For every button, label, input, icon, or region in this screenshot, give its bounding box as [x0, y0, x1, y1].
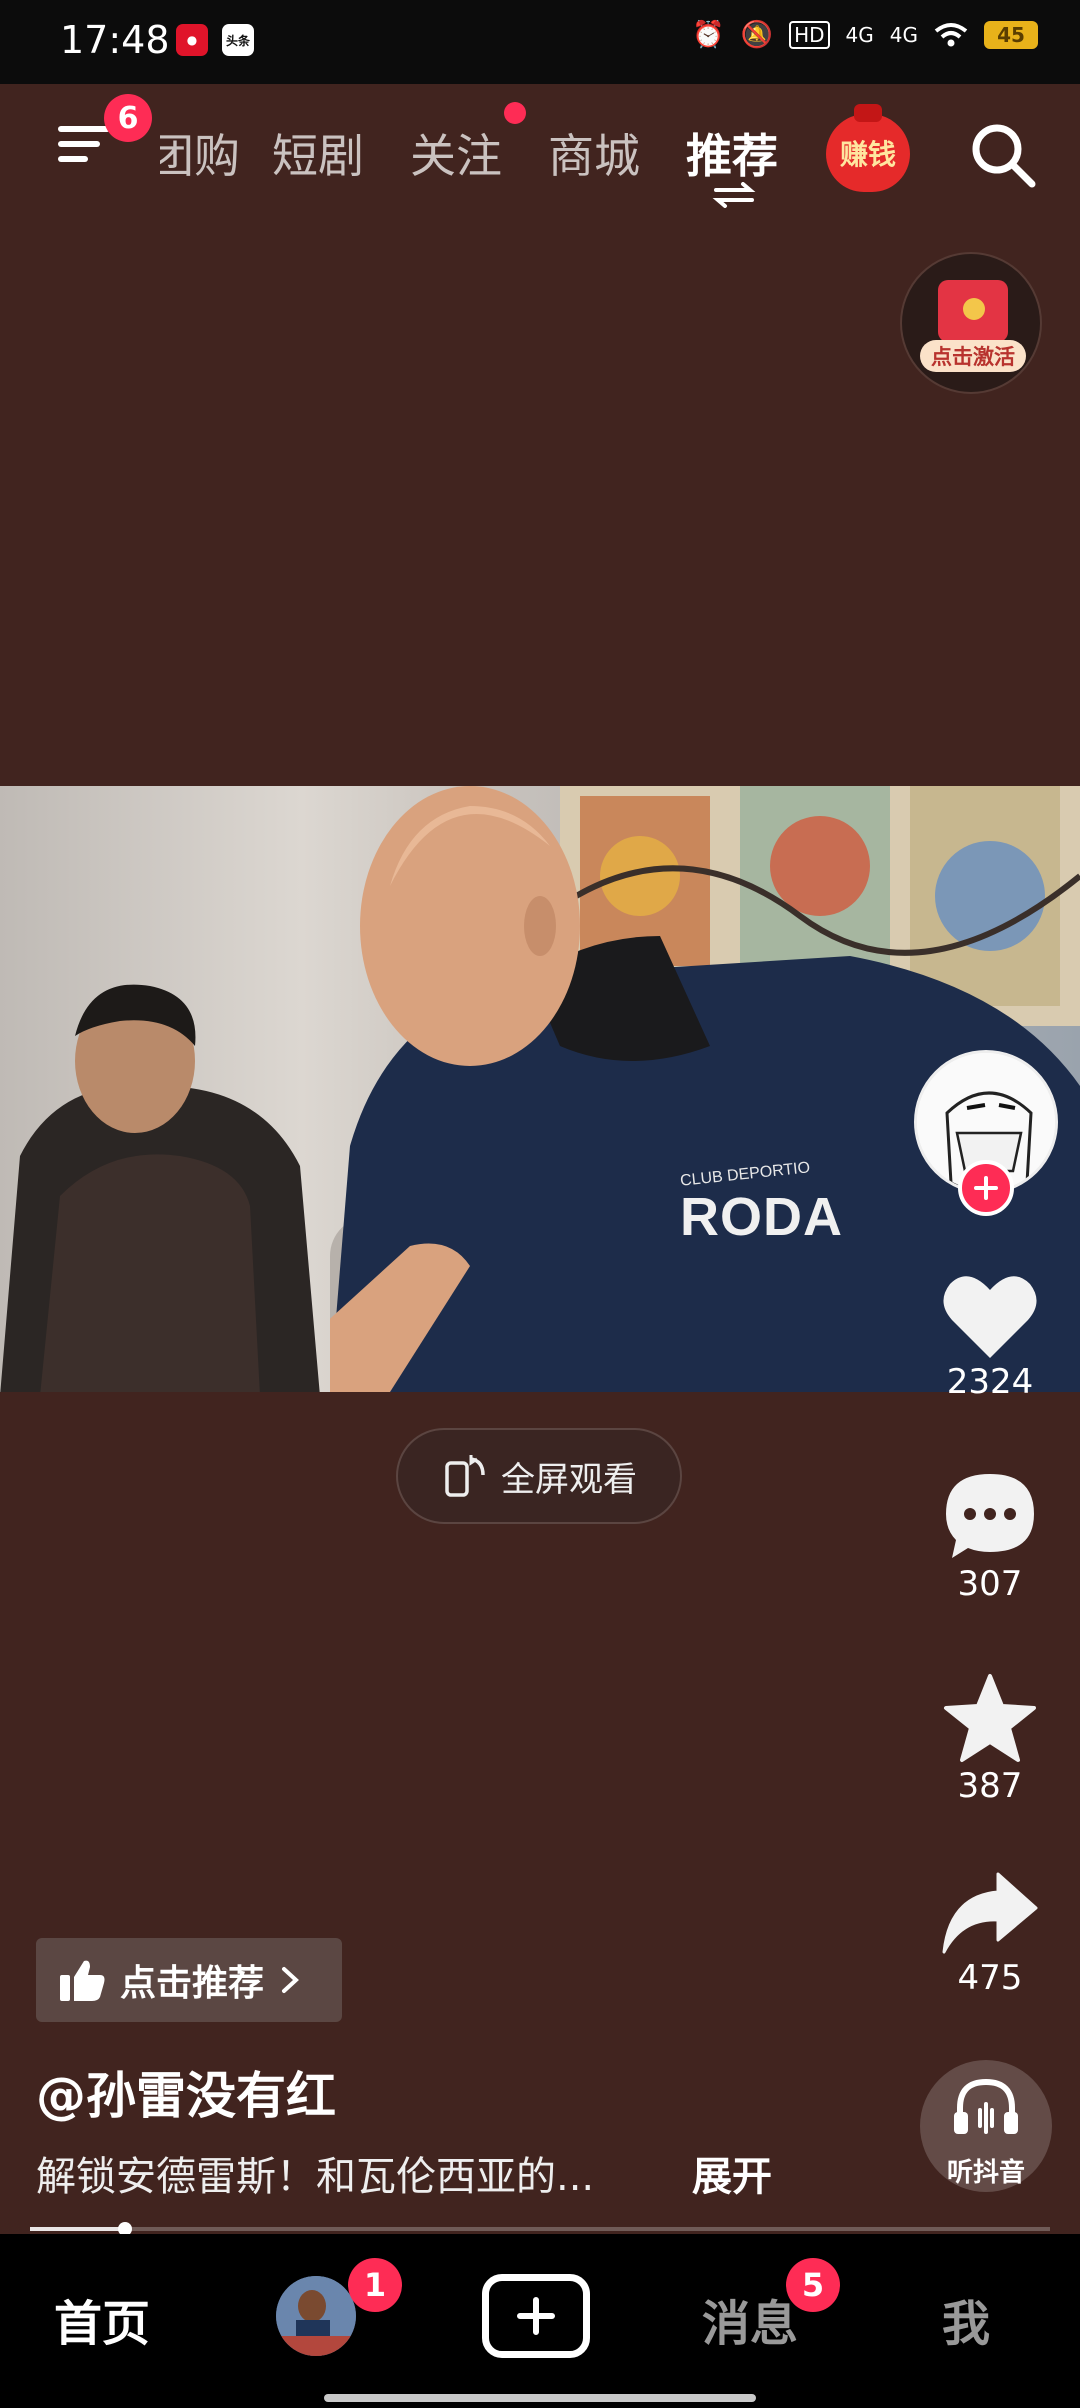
fullscreen-label: 全屏观看: [501, 1459, 637, 1500]
status-icons: ⏰ 🔕 HD 4G 4G 45: [692, 20, 1038, 50]
signal-4g-icon-2: 4G: [889, 23, 918, 47]
search-icon[interactable]: [968, 120, 1038, 190]
nav-me[interactable]: 我: [942, 2284, 990, 2354]
tab-recommend[interactable]: 推荐: [686, 120, 778, 186]
recommend-button[interactable]: 点击推荐: [36, 1938, 342, 2022]
share-count: 475: [957, 1958, 1023, 1998]
signal-4g-icon-1: 4G: [845, 23, 874, 47]
listen-label: 听抖音: [946, 2158, 1025, 2188]
activate-bonus-button[interactable]: 点击激活: [900, 252, 1042, 394]
share-arrow-icon: [942, 1872, 1038, 1954]
like-count: 2324: [946, 1362, 1034, 1402]
toutiao-app-icon: 头条: [222, 24, 254, 56]
mute-bell-icon: 🔕: [740, 20, 774, 50]
following-dot: [504, 102, 526, 124]
alarm-icon: ⏰: [692, 20, 725, 50]
video-progress-bar[interactable]: [30, 2222, 1050, 2236]
hd-icon: HD: [789, 21, 830, 49]
heart-icon: [943, 1276, 1037, 1358]
friends-badge: 1: [348, 2258, 402, 2312]
seated-man: [0, 984, 320, 1392]
menu-icon[interactable]: [58, 126, 110, 170]
favorite-button[interactable]: 387: [930, 1672, 1050, 1806]
wifi-icon: [934, 23, 968, 47]
nav-messages[interactable]: 消息: [702, 2284, 798, 2354]
progress-fill: [30, 2227, 125, 2231]
earn-label: 赚钱: [839, 138, 896, 171]
status-time: 17:48: [60, 18, 170, 62]
battery-icon: 45: [984, 21, 1038, 49]
comment-button[interactable]: 307: [930, 1470, 1050, 1604]
favorite-count: 387: [957, 1766, 1023, 1806]
expand-link[interactable]: 展开: [692, 2144, 772, 2202]
author-name[interactable]: @孙雷没有红: [36, 2056, 336, 2128]
friend-thumbnail-icon: [276, 2276, 356, 2356]
nav-friends-avatar[interactable]: [276, 2276, 356, 2356]
rotate-screen-icon: [445, 1455, 485, 1497]
menu-badge: 6: [104, 94, 152, 142]
listen-douyin-button[interactable]: 听抖音: [920, 2060, 1052, 2192]
tab-following[interactable]: 关注: [410, 120, 502, 186]
earn-money-button[interactable]: 赚钱: [826, 104, 910, 192]
fullscreen-button[interactable]: 全屏观看: [396, 1428, 682, 1524]
messages-badge: 5: [786, 2258, 840, 2312]
plus-icon: [517, 2297, 555, 2335]
star-icon: [944, 1674, 1036, 1762]
comment-icon: [946, 1474, 1034, 1558]
home-indicator[interactable]: [324, 2394, 756, 2402]
recommend-label: 点击推荐: [120, 1963, 265, 2004]
status-bar: 17:48 ● 头条 ⏰ 🔕 HD 4G 4G 45: [0, 0, 1080, 84]
like-button[interactable]: 2324: [930, 1272, 1050, 1402]
thumbs-up-icon: [60, 1960, 105, 2001]
comment-count: 307: [957, 1564, 1023, 1604]
shirt-logo-text: RODA: [680, 1187, 843, 1247]
red-packet-icon: [938, 280, 1008, 342]
headphones-icon: [954, 2078, 1018, 2134]
swap-icon[interactable]: [712, 182, 756, 208]
money-bag-icon: [854, 104, 882, 122]
bottom-nav: 首页 1 消息 5 我: [0, 2234, 1080, 2408]
share-button[interactable]: 475: [930, 1870, 1050, 1998]
tab-short-drama[interactable]: 短剧: [272, 120, 364, 186]
top-nav: 6 团购 短剧 关注 商城 推荐 赚钱: [0, 84, 1080, 234]
tab-group-buy[interactable]: 团购: [160, 120, 240, 186]
tab-mall[interactable]: 商城: [548, 120, 640, 186]
activate-label: 点击激活: [920, 340, 1026, 372]
plus-icon: [974, 1176, 998, 1200]
weibo-app-icon: ●: [176, 24, 208, 56]
create-button[interactable]: [482, 2274, 590, 2358]
nav-home[interactable]: 首页: [54, 2284, 150, 2354]
video-player[interactable]: CLUB DEPORTIO RODA: [0, 786, 1080, 1392]
video-description: 解锁安德雷斯！和瓦伦西亚的...: [36, 2154, 595, 2200]
chevron-right-icon: [282, 1967, 299, 1993]
follow-button[interactable]: [958, 1160, 1014, 1216]
